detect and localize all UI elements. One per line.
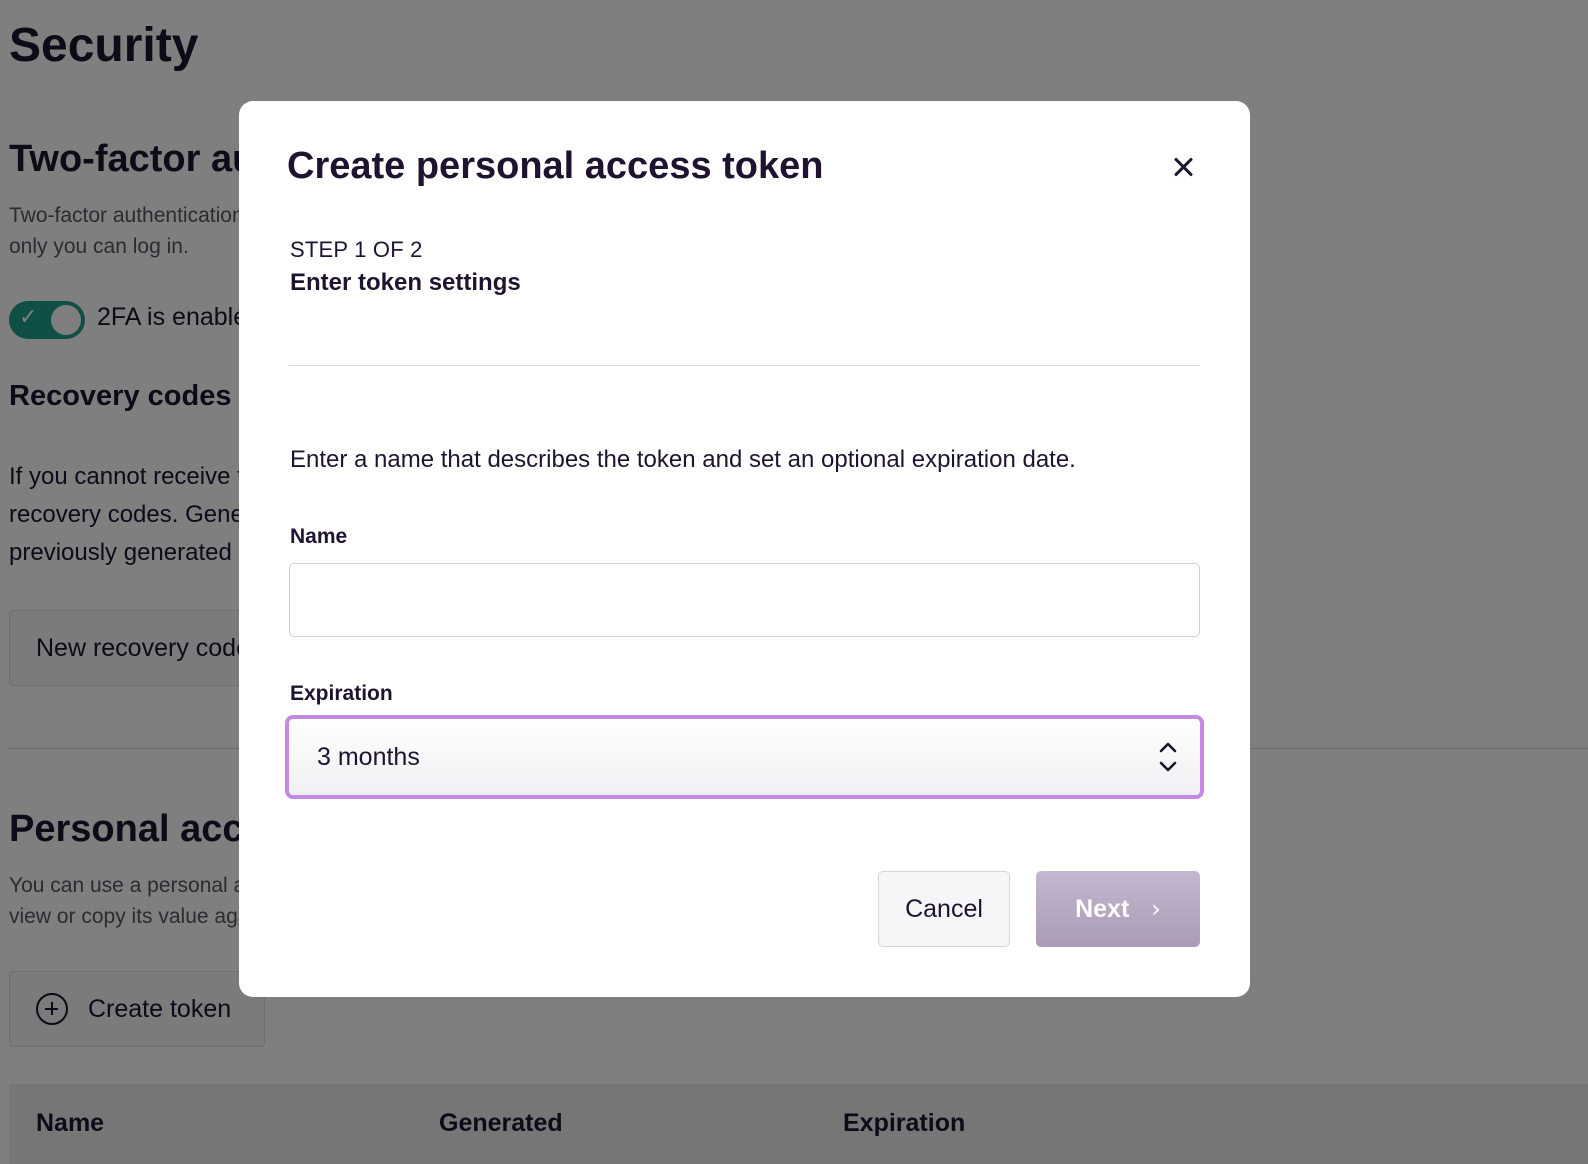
close-icon[interactable] <box>1167 151 1199 183</box>
dialog-title: Create personal access token <box>287 145 824 187</box>
cancel-button[interactable]: Cancel <box>878 871 1010 947</box>
dialog-description: Enter a name that describes the token an… <box>290 446 1076 473</box>
name-field-label: Name <box>290 525 348 548</box>
chevron-right-icon: › <box>1151 895 1161 923</box>
step-title: Enter token settings <box>290 269 521 296</box>
step-indicator: STEP 1 OF 2 <box>290 237 423 262</box>
expiration-selected-value: 3 months <box>317 743 420 771</box>
expiration-select[interactable]: 3 months <box>285 715 1204 799</box>
next-button[interactable]: Next › <box>1036 871 1200 947</box>
next-label: Next <box>1075 894 1130 923</box>
cancel-label: Cancel <box>905 894 983 923</box>
select-arrows-icon <box>1159 742 1177 772</box>
dialog-divider <box>289 365 1200 366</box>
name-input[interactable] <box>289 563 1200 637</box>
create-token-dialog: Create personal access token STEP 1 OF 2… <box>239 101 1250 997</box>
expiration-field-label: Expiration <box>290 682 393 705</box>
